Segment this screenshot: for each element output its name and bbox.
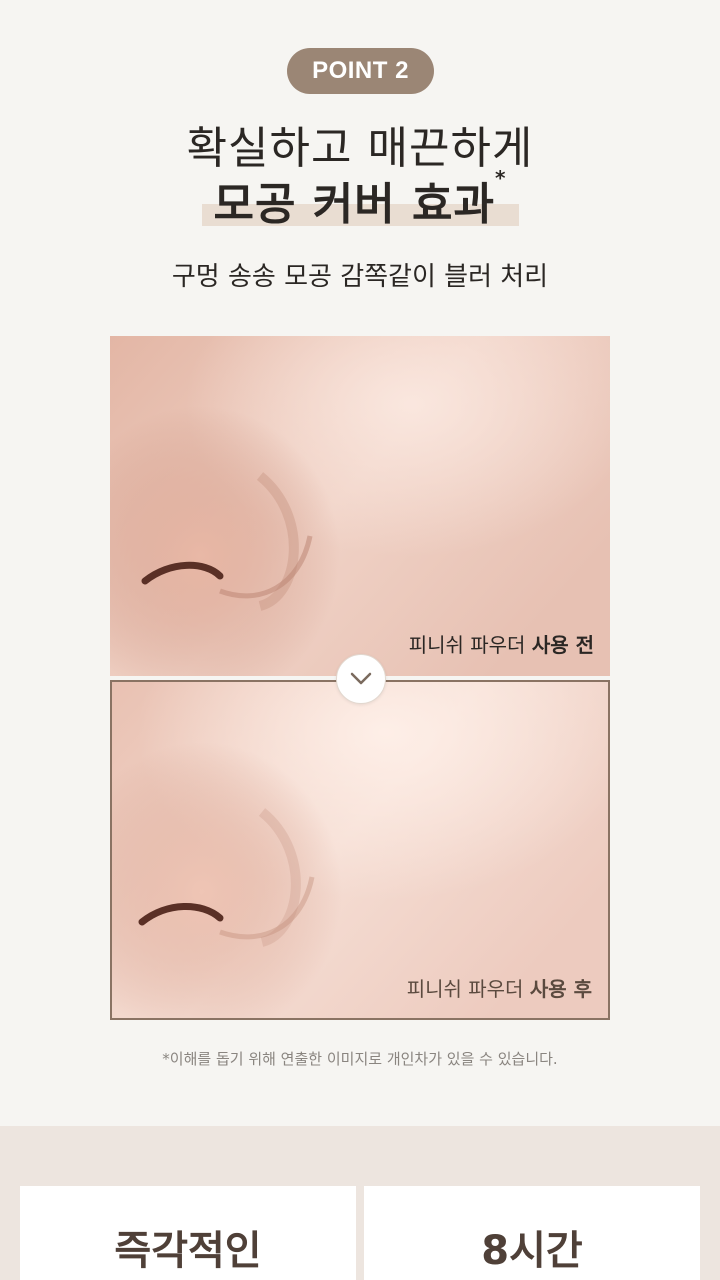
after-photo: 피니쉬 파우더 사용 후 — [110, 680, 610, 1020]
feature-card-title: 즉각적인 — [114, 1228, 262, 1274]
nose-skin-before-image — [110, 336, 610, 676]
before-photo: 피니쉬 파우더 사용 전 — [110, 336, 610, 676]
before-label: 피니쉬 파우더 사용 전 — [409, 629, 594, 658]
footnote-mark: * — [495, 166, 507, 190]
headline-line2-text: 모공 커버 효과 — [213, 179, 496, 230]
feature-card-8hours: 8시간 — [364, 1186, 700, 1280]
nose-skin-after-image — [112, 682, 608, 1018]
feature-card-title: 8시간 — [481, 1228, 583, 1274]
after-label: 피니쉬 파우더 사용 후 — [407, 973, 592, 1002]
before-label-strong: 사용 전 — [531, 633, 594, 657]
headline-line2: 모공 커버 효과* — [201, 166, 519, 232]
feature-card-instant: 즉각적인 — [20, 1186, 356, 1280]
chevron-down-glyph — [350, 672, 372, 685]
chevron-down-icon — [336, 654, 386, 704]
headline-line2-wrap: 모공 커버 효과* — [0, 166, 720, 232]
subtitle: 구멍 송송 모공 감쪽같이 블러 처리 — [171, 262, 549, 292]
after-label-strong: 사용 후 — [529, 977, 592, 1001]
before-label-prefix: 피니쉬 파우더 — [408, 633, 532, 657]
headline-line1: 확실하고 매끈하게 — [186, 123, 534, 174]
after-label-prefix: 피니쉬 파우더 — [406, 977, 530, 1001]
point-badge: POINT 2 — [287, 48, 434, 94]
disclaimer: *이해를 돕기 위해 연출한 이미지로 개인차가 있을 수 있습니다. — [162, 1050, 558, 1068]
